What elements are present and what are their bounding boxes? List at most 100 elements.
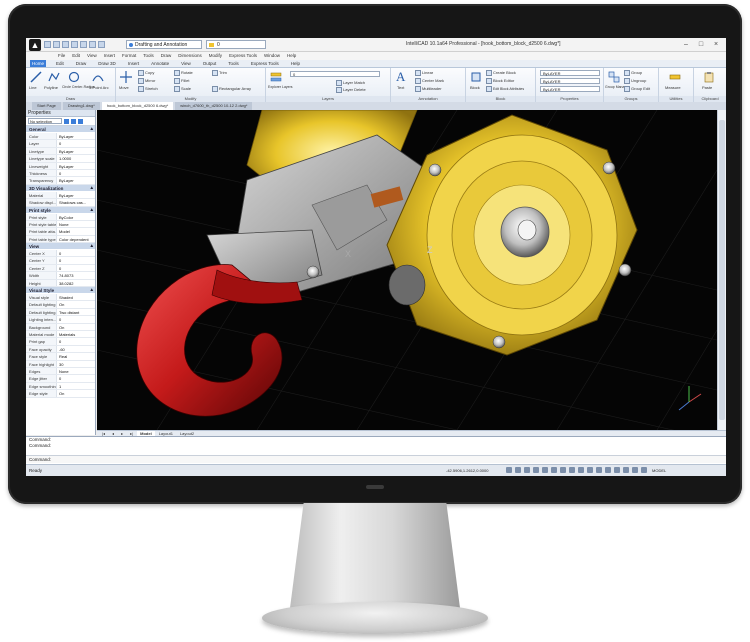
prop-row[interactable]: Transparency ByLayer [26, 177, 95, 185]
text-button-label[interactable]: Text [397, 85, 404, 90]
color-select[interactable]: ByLAYER [540, 70, 600, 76]
prop-value[interactable]: 38.0282 [57, 280, 95, 286]
prop-value[interactable]: On [57, 390, 95, 396]
array-button[interactable]: Rectangular Array [212, 86, 251, 92]
quick-layer-select[interactable]: 0 [206, 40, 266, 49]
block-editor-button[interactable]: Block Editor [486, 78, 514, 84]
polyline-button-label[interactable]: Polyline [44, 85, 58, 90]
explorer-layers-label[interactable]: Explorer Layers [268, 85, 293, 89]
prop-value[interactable]: None [57, 368, 95, 374]
doc-tab-hook-bottom-block[interactable]: hook_bottom_block_d2500 6.dwg* [101, 102, 174, 110]
block-insert-icon[interactable] [470, 71, 482, 83]
prop-row[interactable]: Edges None [26, 367, 95, 376]
prop-value[interactable]: 1 [57, 383, 95, 389]
paste-button-label[interactable]: Paste [702, 85, 712, 90]
prop-row[interactable]: Default lighting On [26, 301, 95, 309]
prop-row[interactable]: Edge smoothin... 1 [26, 382, 95, 391]
block-button-label[interactable]: Block [470, 85, 480, 90]
tab-draw-3d[interactable]: Draw 3D [96, 60, 118, 67]
etrack-icon[interactable] [551, 467, 557, 473]
lineweight-select[interactable]: ByLAYER [540, 86, 600, 92]
select-objects-icon[interactable] [71, 118, 76, 124]
open-icon[interactable] [53, 41, 60, 48]
prop-row[interactable]: Print style ByColor [26, 213, 95, 221]
prop-row[interactable]: Lineweight ByLayer [26, 162, 95, 170]
prop-value[interactable]: On [57, 301, 95, 307]
prop-value[interactable]: 0 [57, 170, 95, 176]
layer-select[interactable]: 0 [290, 71, 380, 77]
prop-row[interactable]: Shadow displ... Shadows cas... [26, 199, 95, 207]
prop-row[interactable]: Default lighting... Two distant [26, 308, 95, 317]
measure-icon[interactable] [669, 71, 681, 83]
arc-icon[interactable] [92, 71, 104, 83]
group-edit-button[interactable]: Group Edit [624, 86, 650, 92]
multileader-button[interactable]: Multileader [415, 86, 442, 92]
command-input[interactable]: Command: [26, 455, 726, 463]
prop-value[interactable]: Color dependent [57, 236, 95, 242]
prop-value[interactable]: ByColor [57, 214, 95, 220]
selection-select[interactable]: No selection [28, 118, 62, 124]
menu-dimensions[interactable]: Dimensions [178, 52, 202, 60]
prop-row[interactable]: Visual style Shaded [26, 294, 95, 302]
drawing-viewport[interactable]: X Z [97, 110, 717, 430]
prop-value[interactable]: 0 [57, 265, 95, 271]
menu-draw[interactable]: Draw [161, 52, 172, 60]
prop-value[interactable]: 0 [57, 140, 95, 146]
menu-view[interactable]: View [87, 52, 97, 60]
props-category-print-style[interactable]: Print style [26, 206, 95, 214]
measure-button-label[interactable]: Measure [665, 85, 681, 90]
customize-icon[interactable] [98, 41, 105, 48]
linear-button[interactable]: Linear [415, 70, 433, 76]
prop-row[interactable]: Linetype ByLayer [26, 147, 95, 156]
polar-icon[interactable] [533, 467, 539, 473]
menu-express-tools[interactable]: Express Tools [229, 52, 257, 60]
quick-select-icon[interactable] [78, 118, 83, 124]
props-category-3d-visualization[interactable]: 3D Visualization [26, 184, 95, 192]
prop-value[interactable]: On [57, 324, 95, 330]
menu-format[interactable]: Format [122, 52, 136, 60]
app-logo-icon[interactable]: ▲ [29, 39, 41, 51]
annotation-scale-icon[interactable] [587, 467, 593, 473]
prop-value[interactable]: Shadows cas... [57, 199, 95, 205]
prop-value[interactable]: 74.8073 [57, 272, 95, 278]
doc-tab-drawing1[interactable]: Drawing1.dwg* [62, 102, 100, 110]
trim-button[interactable]: Trim [212, 70, 227, 76]
prop-row[interactable]: Thickness 0 [26, 169, 95, 178]
dynamic-input-icon[interactable] [569, 467, 575, 473]
menu-window[interactable]: Window [264, 52, 280, 60]
lineweight-icon[interactable] [560, 467, 566, 473]
prop-row[interactable]: Face highlight 30 [26, 360, 95, 368]
rotate-button[interactable]: Rotate [174, 70, 193, 76]
props-category-general[interactable]: General [26, 126, 95, 133]
prop-row[interactable]: Edge style On [26, 390, 95, 398]
tab-tools[interactable]: Tools [226, 60, 241, 67]
ungroup-button[interactable]: Ungroup [624, 78, 646, 84]
prop-row[interactable]: Print table type Color dependent [26, 235, 95, 244]
line-icon[interactable] [30, 71, 42, 83]
prop-row[interactable]: Layer 0 [26, 140, 95, 148]
fillet-button[interactable]: Fillet [174, 78, 189, 84]
layer-match-button[interactable]: Layer Match [336, 80, 365, 86]
prop-value[interactable]: ByLayer [57, 148, 95, 154]
toggle-pickadd-icon[interactable] [64, 118, 69, 124]
ortho-icon[interactable] [524, 467, 530, 473]
model-space-indicator[interactable]: MODEL [652, 468, 666, 473]
tab-view[interactable]: View [179, 60, 193, 67]
minimize-icon[interactable]: – [680, 39, 692, 50]
grid-icon[interactable] [515, 467, 521, 473]
prop-row[interactable]: Width 74.8073 [26, 272, 95, 280]
menu-modify[interactable]: Modify [209, 52, 222, 60]
group-button[interactable]: Group [624, 70, 642, 76]
prop-value[interactable]: Shaded [57, 294, 95, 300]
esnap-icon[interactable] [542, 467, 548, 473]
prop-row[interactable]: Background On [26, 323, 95, 331]
paste-icon[interactable] [703, 71, 715, 83]
tab-home[interactable]: Home [30, 60, 47, 67]
selection-cycling-icon[interactable] [578, 467, 584, 473]
viewport-scrollbar[interactable] [717, 110, 726, 430]
save-icon[interactable] [62, 41, 69, 48]
tab-insert[interactable]: Insert [126, 60, 141, 67]
prop-value[interactable]: ByLayer [57, 133, 95, 139]
props-category-visual-style[interactable]: Visual Style [26, 287, 95, 295]
prop-row[interactable]: Face opacity -60 [26, 345, 95, 354]
